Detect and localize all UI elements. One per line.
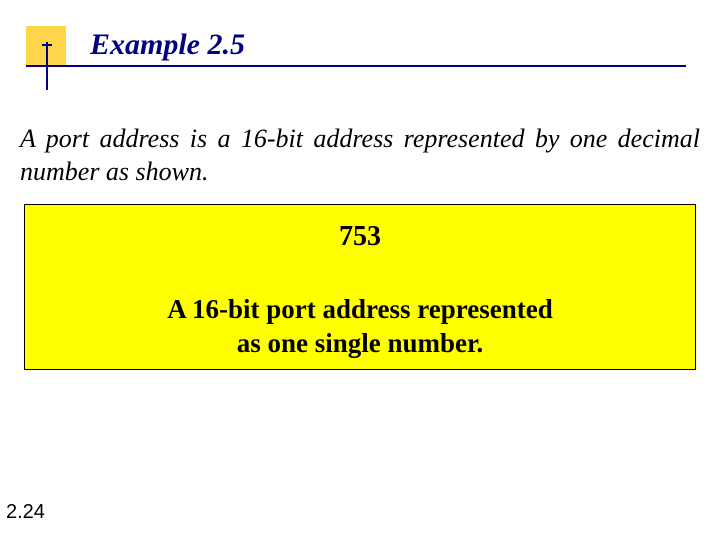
slide-title: Example 2.5 [90,28,245,62]
desc-line-2: as one single number. [237,328,484,358]
desc-line-1: A 16-bit port address represented [167,294,553,324]
page-number: 2.24 [6,501,45,524]
title-vertical-rule [46,42,48,90]
highlight-box: 753 A 16-bit port address represented as… [24,204,696,370]
title-horizontal-rule [26,65,686,67]
port-address-value: 753 [25,221,695,253]
port-address-description: A 16-bit port address represented as one… [25,293,695,361]
body-paragraph: A port address is a 16-bit address repre… [20,123,700,188]
slide: Example 2.5 A port address is a 16-bit a… [0,0,720,540]
title-area: Example 2.5 [0,10,720,90]
title-tick-mark [42,44,52,46]
